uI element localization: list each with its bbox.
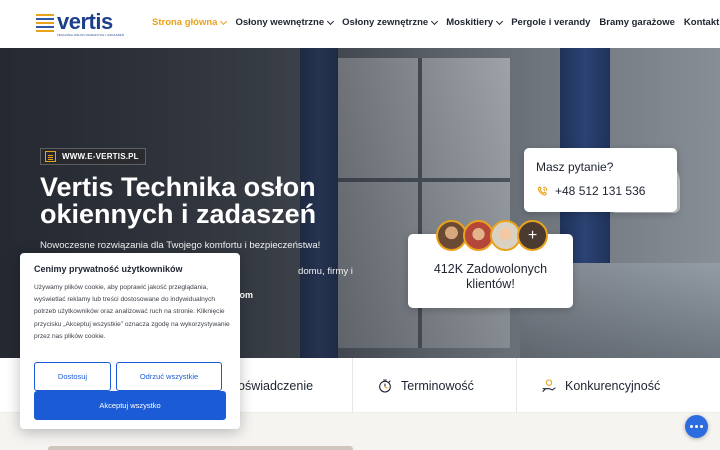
more-options-fab[interactable] — [685, 415, 708, 438]
feature-divider — [516, 358, 517, 413]
logo-wordmark: vertis — [57, 9, 113, 34]
hero-title: Vertis Technika osłon okiennych i zadasz… — [40, 172, 317, 229]
website-badge: WWW.E-VERTIS.PL — [40, 148, 146, 165]
main-nav: Strona główna Osłony wewnętrzne Osłony z… — [152, 17, 720, 28]
nav-item-label: Osłony wewnętrzne — [235, 17, 325, 28]
nav-item-mosquito-nets[interactable]: Moskitiery — [446, 17, 504, 28]
cookie-description: Używamy plików cookie, aby poprawić jako… — [34, 284, 230, 340]
question-card-title: Masz pytanie? — [536, 160, 614, 174]
nav-item-exterior-blinds[interactable]: Osłony zewnętrzne — [342, 17, 439, 28]
phone-number: +48 512 131 536 — [555, 184, 646, 198]
nav-item-contact[interactable]: Kontakt — [684, 17, 719, 28]
logo-tagline: TECHNIKA OSŁON OKIENNYCH I ZADASZEŃ — [57, 33, 125, 37]
nav-item-label: Bramy garażowe — [599, 17, 675, 28]
nav-item-label: Moskitiery — [446, 17, 494, 28]
nav-item-interior-blinds[interactable]: Osłony wewnętrzne — [235, 17, 335, 28]
client-avatars: + — [436, 220, 548, 251]
nav-item-pergolas[interactable]: Pergole i verandy — [511, 17, 590, 28]
question-card: Masz pytanie? +48 512 131 536 — [524, 148, 677, 212]
nav-item-garage-doors[interactable]: Bramy garażowe — [599, 17, 675, 28]
cookie-consent-banner: Cenimy prywatność użytkowników Używamy p… — [20, 253, 240, 429]
phone-icon — [537, 185, 548, 196]
nav-item-label: Pergole i verandy — [511, 17, 591, 28]
plus-icon: + — [527, 226, 538, 244]
cookie-title: Cenimy prywatność użytkowników — [34, 264, 183, 274]
money-hand-icon — [542, 378, 556, 392]
chevron-down-icon — [220, 17, 228, 25]
feature-divider — [352, 358, 353, 413]
chevron-down-icon — [431, 17, 439, 25]
customize-button[interactable]: Dostosuj — [34, 362, 111, 391]
accept-all-button[interactable]: Akceptuj wszystko — [34, 391, 226, 420]
feature-competitiveness: Konkurencyjność — [541, 358, 660, 413]
clients-count-text: 412K Zadowolonych klientów! — [433, 262, 548, 291]
feature-label: Doświadczenie — [229, 378, 314, 393]
dot-icon — [700, 425, 703, 428]
nav-item-home[interactable]: Strona główna — [152, 17, 228, 28]
site-header: vertis TECHNIKA OSŁON OKIENNYCH I ZADASZ… — [0, 0, 720, 48]
stopwatch-icon — [379, 378, 391, 393]
phone-link[interactable]: +48 512 131 536 — [536, 184, 645, 198]
feature-label: Konkurencyjność — [565, 378, 661, 393]
more-clients-avatar: + — [517, 220, 548, 251]
page: vertis TECHNIKA OSŁON OKIENNYCH I ZADASZ… — [0, 0, 720, 450]
reject-all-button[interactable]: Odrzuć wszystkie — [116, 362, 222, 391]
nav-item-label: Osłony zewnętrzne — [342, 17, 429, 28]
document-icon — [45, 151, 56, 162]
logo-stripes-icon — [36, 14, 54, 32]
chevron-down-icon — [327, 17, 335, 25]
feature-punctuality: Terminowość — [377, 358, 474, 413]
dot-icon — [690, 425, 693, 428]
feature-label: Terminowość — [401, 378, 474, 393]
next-section-image — [48, 446, 353, 450]
nav-item-label: Kontakt — [683, 17, 720, 28]
vertis-logo[interactable]: vertis TECHNIKA OSŁON OKIENNYCH I ZADASZ… — [36, 9, 124, 37]
website-badge-text: WWW.E-VERTIS.PL — [62, 152, 139, 161]
chevron-down-icon — [496, 17, 504, 25]
dot-icon — [695, 425, 698, 428]
nav-item-label: Strona główna — [152, 17, 218, 28]
